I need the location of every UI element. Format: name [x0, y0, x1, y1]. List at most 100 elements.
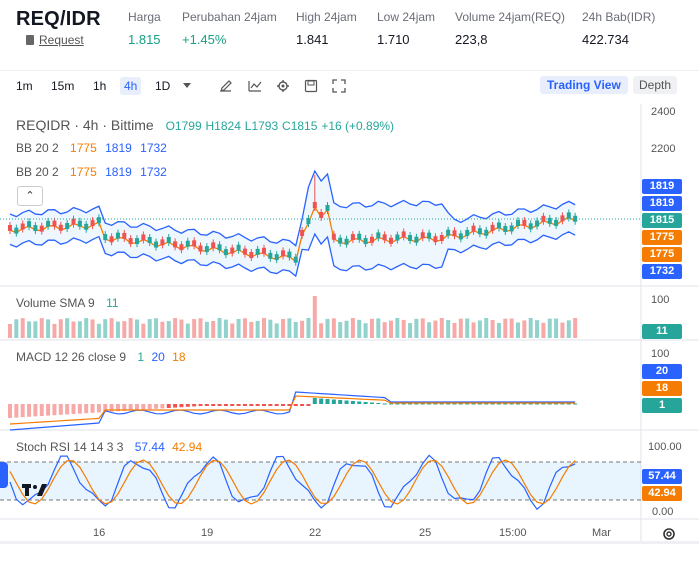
volume-bar	[8, 324, 12, 338]
candle-body	[179, 244, 184, 251]
settings-gear-icon[interactable]	[661, 526, 677, 542]
volume-bar	[433, 320, 438, 338]
time-axis-label: 22	[309, 527, 322, 539]
candle-body	[439, 234, 444, 241]
macd-hist-bar	[262, 404, 266, 406]
price-badge-bb-lower: 1732	[642, 264, 682, 279]
stat-value: 422.734	[582, 32, 629, 47]
macd-hist-bar	[173, 404, 178, 408]
bb-basis: 1775	[70, 165, 97, 179]
candle-body	[566, 212, 571, 219]
macd-line: 20	[151, 350, 165, 364]
volume-badge: 11	[642, 324, 682, 339]
volume-bar	[389, 320, 393, 338]
timeframe-1h[interactable]: 1h	[93, 79, 106, 93]
candle-body	[52, 220, 57, 227]
volume-bar	[312, 296, 317, 338]
candle-body	[350, 234, 355, 241]
volume-bar	[71, 321, 76, 338]
candle-body	[293, 256, 298, 263]
trading-view-button[interactable]: Trading View	[540, 76, 628, 94]
legend-change: +16 (+0.89%)	[321, 119, 395, 133]
stat-label: Harga	[128, 10, 161, 24]
candle-body	[166, 237, 171, 244]
macd-hist-bar	[14, 404, 19, 418]
volume-bar	[65, 318, 70, 338]
volume-bar	[300, 320, 305, 338]
timeframe-15m[interactable]: 15m	[51, 79, 74, 93]
candle-body	[496, 222, 501, 229]
macd-hist-bar	[306, 404, 311, 406]
macd-hist-bar	[204, 404, 209, 406]
timeframe-4h[interactable]: 4h	[120, 77, 142, 95]
volume-bar	[566, 320, 571, 338]
pencil-icon[interactable]	[219, 79, 233, 93]
time-axis-label: 15:00	[499, 527, 527, 539]
timeframe-1d[interactable]: 1D	[155, 79, 170, 93]
timeframe-1m[interactable]: 1m	[16, 79, 33, 93]
volume-bar	[90, 319, 95, 338]
candle-body	[300, 229, 305, 236]
left-panel-toggle[interactable]	[0, 462, 8, 488]
candle-body	[484, 229, 489, 236]
macd-hist-bar	[325, 399, 330, 404]
volume-bar	[96, 323, 101, 338]
candle-body	[236, 244, 241, 251]
fullscreen-icon[interactable]	[332, 79, 346, 93]
request-link[interactable]: Request	[26, 33, 84, 47]
volume-bar	[135, 319, 139, 338]
macd-hist-bar	[573, 403, 578, 405]
price-axis-label: 2400	[651, 106, 676, 118]
candle-body	[274, 254, 279, 261]
volume-bar	[547, 318, 552, 338]
macd-hist-bar	[293, 404, 298, 406]
stat-value: 223,8	[455, 32, 488, 47]
candle-body	[560, 215, 565, 222]
macd-hist-bar	[452, 403, 457, 405]
candle-body	[363, 238, 368, 245]
macd-hist-bar	[141, 404, 146, 410]
candle-body	[249, 252, 254, 259]
gear-icon[interactable]	[276, 79, 290, 93]
macd-hist-bar	[420, 403, 425, 405]
stat-value: 1.815	[128, 32, 161, 47]
depth-button[interactable]: Depth	[633, 76, 678, 94]
macd-hist-bar	[312, 398, 317, 404]
legend-macd[interactable]: MACD 12 26 close 9 1 20 18	[16, 350, 186, 364]
bb-lower: 1732	[140, 141, 167, 155]
indicator-icon[interactable]	[248, 79, 262, 93]
candle-body	[509, 225, 514, 232]
macd-hist-bar	[46, 404, 51, 416]
candle-body	[516, 220, 520, 227]
legend-stoch[interactable]: Stoch RSI 14 14 3 3 57.44 42.94	[16, 440, 202, 454]
macd-hist-bar	[414, 403, 419, 405]
legend-volume[interactable]: Volume SMA 9 11	[16, 296, 119, 310]
save-icon[interactable]	[304, 79, 318, 93]
volume-bar	[528, 318, 533, 338]
macd-hist-bar	[338, 400, 343, 404]
macd-hist-bar	[65, 404, 70, 415]
candle-body	[477, 228, 482, 235]
bb-upper: 1819	[105, 165, 132, 179]
candle-body	[128, 238, 133, 245]
macd-hist-bar	[198, 404, 203, 406]
macd-hist-bar	[58, 404, 63, 415]
macd-hist-bar	[395, 403, 400, 405]
candle-body	[312, 202, 317, 208]
volume-bar	[103, 319, 108, 338]
collapse-legend-button[interactable]: ⌃	[17, 186, 43, 206]
candle-body	[217, 244, 222, 251]
volume-bar	[268, 319, 273, 338]
volume-bar	[344, 320, 349, 338]
volume-bar	[249, 321, 254, 338]
stat-value: 1.710	[377, 32, 410, 47]
stat-change: Perubahan 24jam +1.45%	[182, 10, 277, 47]
chevron-down-icon[interactable]	[182, 82, 196, 96]
macd-hist-bar	[230, 404, 235, 406]
macd-hist-bar	[300, 404, 305, 406]
tradingview-logo-icon[interactable]	[22, 482, 48, 498]
legend-bb1[interactable]: BB 20 2 1775 1819 1732	[16, 141, 167, 155]
candle-body	[109, 236, 114, 243]
candle-body	[185, 240, 190, 247]
legend-bb2[interactable]: BB 20 2 1775 1819 1732	[16, 165, 167, 179]
